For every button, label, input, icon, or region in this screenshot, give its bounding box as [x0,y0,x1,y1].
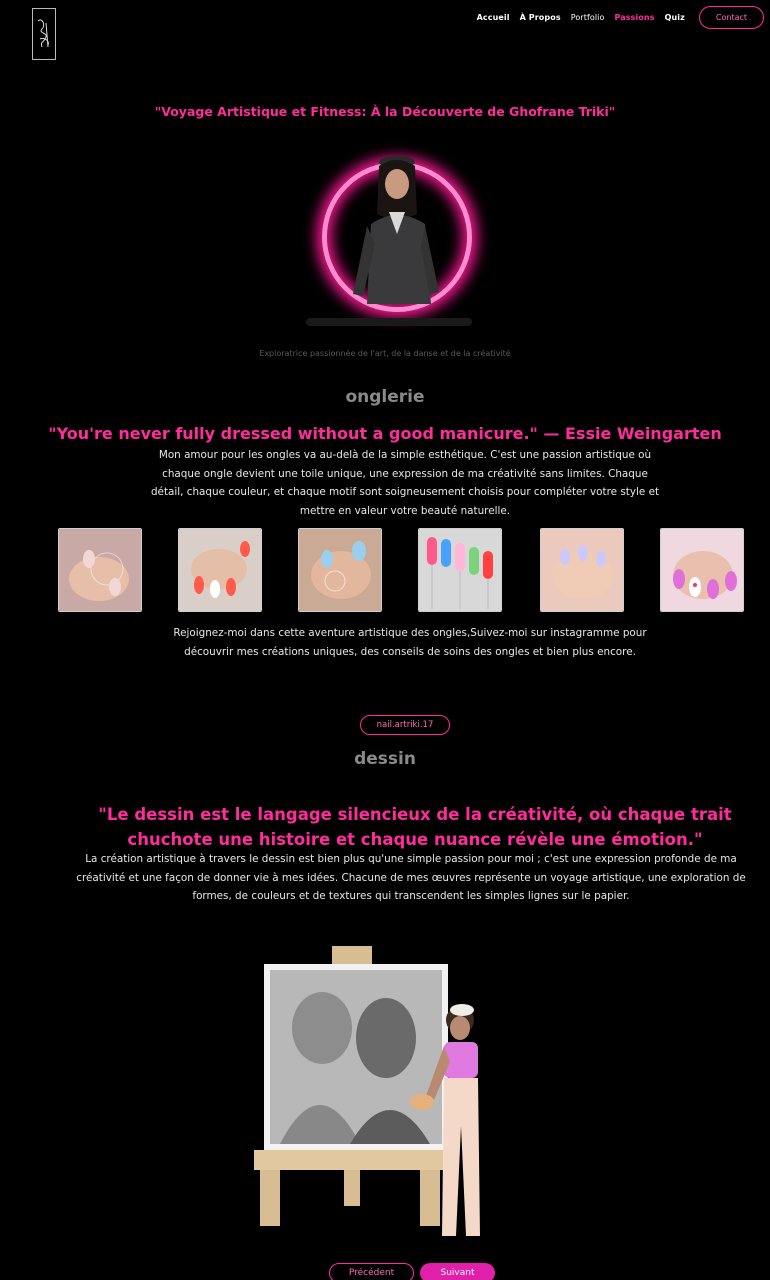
main-nav: Accueil À Propos Portfolio Passions Quiz… [477,6,764,29]
instagram-button[interactable]: nail.artriki.17 [360,715,450,735]
nav-quiz[interactable]: Quiz [665,13,685,22]
dessin-text: La création artistique à travers le dess… [76,853,746,902]
nail-photo[interactable] [540,528,624,612]
drawing-artwork-image [254,946,480,1236]
onglerie-title: onglerie [345,387,425,407]
previous-button[interactable]: Précédent [329,1263,414,1280]
onglerie-intro: Mon amour pour les ongles va au-delà de … [150,449,660,517]
portrait-illustration [353,156,439,304]
next-button[interactable]: Suivant [420,1263,495,1280]
dessin-title: dessin [354,749,416,769]
nail-gallery [58,528,744,612]
hero-title: "Voyage Artistique et Fitness: À la Déco… [154,104,616,119]
pedestal [306,318,472,326]
signature-logo-icon [37,19,49,48]
nail-photo[interactable] [660,528,744,612]
dessin-quote: "Le dessin est le langage silencieux de … [98,805,732,849]
pager: Précédent Suivant [329,1263,495,1280]
nail-photo[interactable] [58,528,142,612]
nav-portfolio[interactable]: Portfolio [571,13,605,22]
nav-a-propos[interactable]: À Propos [520,13,561,22]
site-logo[interactable] [32,8,56,60]
nail-photo[interactable] [418,528,502,612]
nail-photo[interactable] [178,528,262,612]
onglerie-outro: Rejoignez-moi dans cette aventure artist… [173,627,647,658]
nav-passions[interactable]: Passions [615,13,655,22]
nav-accueil[interactable]: Accueil [477,13,510,22]
nail-photo[interactable] [298,528,382,612]
onglerie-quote: "You're never fully dressed without a go… [48,424,722,443]
contact-button[interactable]: Contact [698,6,764,29]
hero-subtitle: Exploratrice passionnée de l'art, de la … [259,349,511,358]
